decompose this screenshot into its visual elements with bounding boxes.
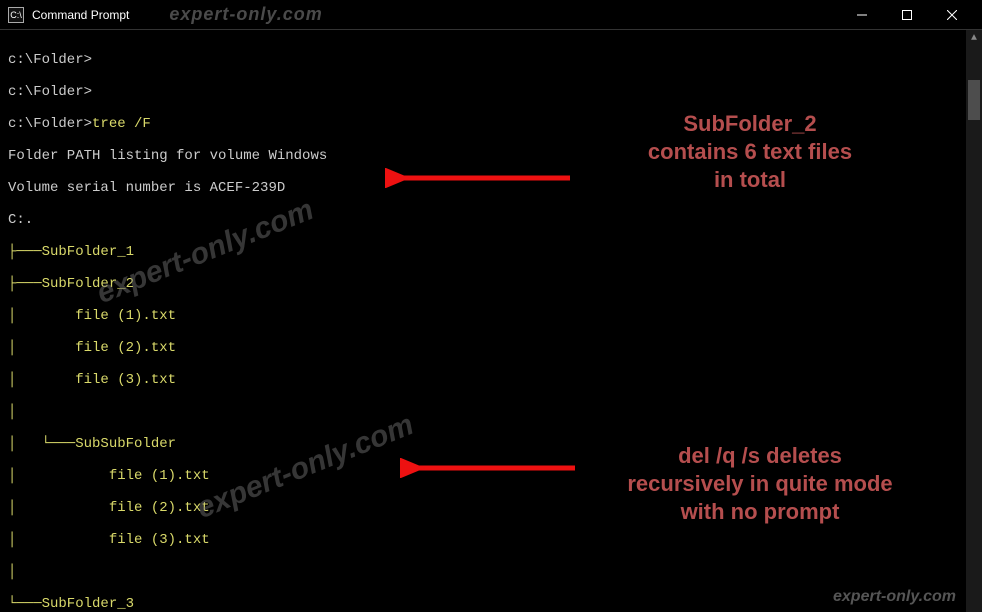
tree-file: │ file (2).txt <box>8 340 974 356</box>
cmd-line: c:\Folder>tree /F <box>8 116 974 132</box>
tree-file: │ file (2).txt <box>8 500 974 516</box>
minimize-button[interactable] <box>839 0 884 30</box>
output-line: C:. <box>8 212 974 228</box>
tree-file: │ file (1).txt <box>8 308 974 324</box>
tree-line: │ <box>8 564 974 580</box>
scroll-thumb[interactable] <box>968 80 980 120</box>
tree-file: │ file (3).txt <box>8 372 974 388</box>
tree-folder: │ └───SubSubFolder <box>8 436 974 452</box>
tree-file: │ file (3).txt <box>8 532 974 548</box>
tree-folder: └───SubFolder_3 <box>8 596 974 612</box>
close-button[interactable] <box>929 0 974 30</box>
tree-folder: ├───SubFolder_2 <box>8 276 974 292</box>
prompt-line: c:\Folder> <box>8 84 974 100</box>
tree-line: │ <box>8 404 974 420</box>
window-titlebar: C:\ Command Prompt expert-only.com <box>0 0 982 30</box>
scroll-up-icon[interactable]: ▲ <box>966 30 982 46</box>
tree-folder: ├───SubFolder_1 <box>8 244 974 260</box>
terminal-output[interactable]: c:\Folder> c:\Folder> c:\Folder>tree /F … <box>0 30 982 612</box>
output-line: Folder PATH listing for volume Windows <box>8 148 974 164</box>
cmd-icon: C:\ <box>8 7 24 23</box>
watermark-titlebar: expert-only.com <box>169 4 322 25</box>
window-title: Command Prompt <box>32 8 129 22</box>
maximize-button[interactable] <box>884 0 929 30</box>
output-line: Volume serial number is ACEF-239D <box>8 180 974 196</box>
prompt-line: c:\Folder> <box>8 52 974 68</box>
scrollbar[interactable]: ▲ <box>966 30 982 612</box>
tree-file: │ file (1).txt <box>8 468 974 484</box>
